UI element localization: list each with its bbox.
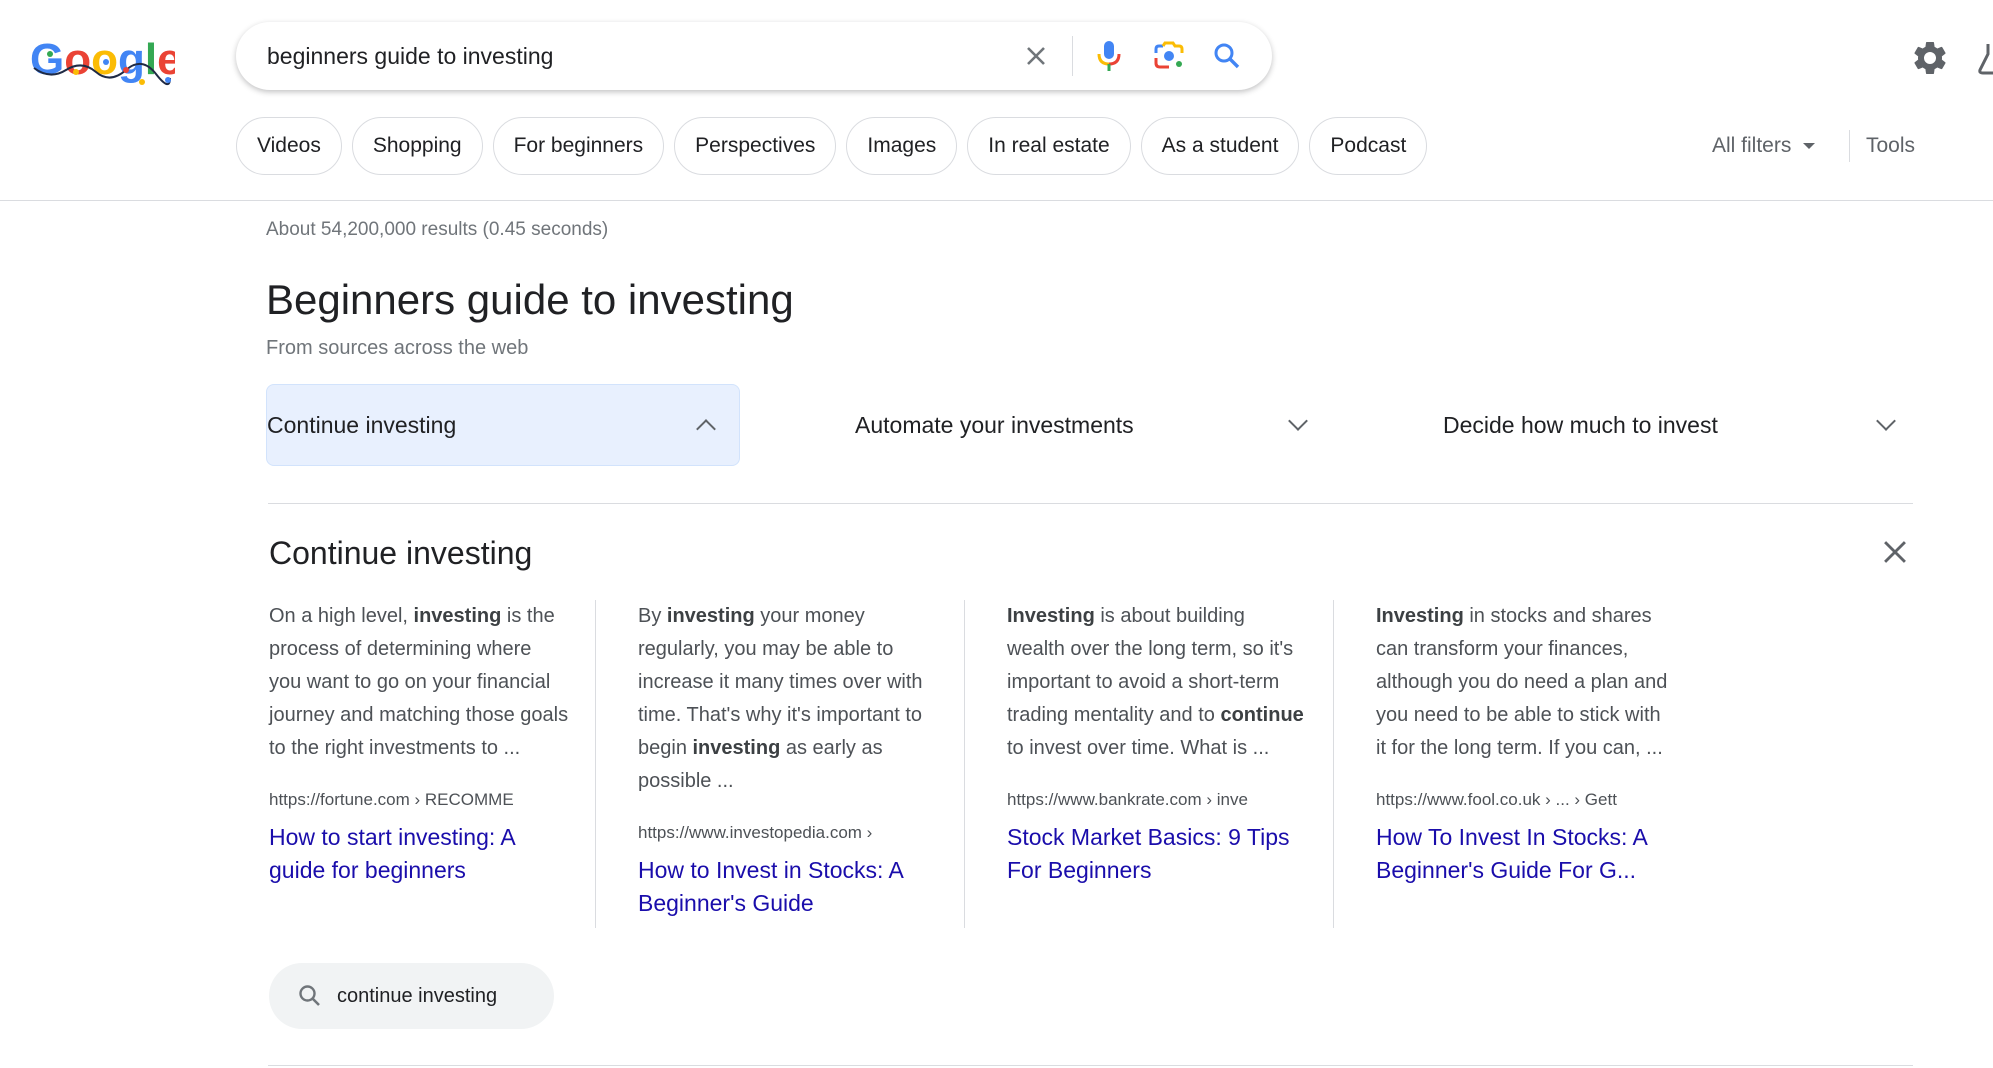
all-filters-button[interactable]: All filters: [1712, 130, 1816, 162]
source-card: On a high level, investing is the proces…: [269, 600, 569, 887]
card-url[interactable]: https://www.fool.co.uk › ... › Gett: [1376, 785, 1631, 815]
chip-perspectives[interactable]: Perspectives: [674, 117, 837, 175]
related-search-label: continue investing: [337, 984, 498, 1007]
filter-chips: Videos Shopping For beginners Perspectiv…: [236, 117, 1428, 175]
related-search-pill[interactable]: continue investing: [269, 963, 554, 1029]
card-snippet: By investing your money regularly, you m…: [638, 600, 938, 798]
chevron-down-icon: [1876, 411, 1896, 431]
snippet-highlight: continue: [1220, 704, 1304, 726]
chevron-down-icon: [1288, 411, 1308, 431]
card-separator: [595, 600, 596, 928]
chevron-up-icon: [696, 419, 716, 439]
camera-lens-icon[interactable]: [1149, 36, 1189, 76]
chip-in-real-estate[interactable]: In real estate: [967, 117, 1131, 175]
page-subtitle: From sources across the web: [266, 337, 529, 359]
snippet-text: On a high level,: [269, 605, 414, 627]
google-logo[interactable]: Google: [30, 34, 182, 90]
chip-for-beginners[interactable]: For beginners: [492, 117, 665, 175]
section-divider: [268, 503, 1913, 504]
header-divider: [0, 200, 1993, 201]
card-separator: [1333, 600, 1334, 928]
snippet-highlight: investing: [666, 605, 755, 627]
card-url[interactable]: https://www.bankrate.com › inve: [1007, 785, 1262, 815]
card-snippet: Investing is about building wealth over …: [1007, 600, 1307, 765]
source-card: Investing is about building wealth over …: [1007, 600, 1307, 887]
all-filters-label: All filters: [1712, 134, 1792, 157]
card-url[interactable]: https://www.investopedia.com ›: [638, 818, 893, 848]
close-icon[interactable]: [1878, 535, 1912, 569]
tools-separator: [1849, 130, 1850, 162]
chip-images[interactable]: Images: [846, 117, 958, 175]
accordion-tab-decide-how-much-to-invest[interactable]: Decide how much to invest: [1443, 384, 1896, 466]
card-title-link[interactable]: Stock Market Basics: 9 Tips For Beginner…: [1007, 821, 1307, 887]
chip-shopping[interactable]: Shopping: [351, 117, 483, 175]
gear-icon[interactable]: [1910, 38, 1950, 78]
page-title: Beginners guide to investing: [266, 276, 794, 323]
source-card: Investing in stocks and shares can trans…: [1376, 600, 1676, 887]
chip-videos[interactable]: Videos: [236, 117, 342, 175]
search-separator: [1072, 36, 1073, 76]
result-stats: About 54,200,000 results (0.45 seconds): [266, 219, 609, 240]
source-card: By investing your money regularly, you m…: [638, 600, 938, 920]
snippet-text: is the process of determining where you …: [269, 605, 569, 759]
search-icon: [297, 983, 323, 1009]
search-box[interactable]: beginners guide to investing: [236, 22, 1272, 90]
snippet-text: in stocks and shares can transform your …: [1376, 605, 1668, 759]
section-title: Continue investing: [269, 535, 533, 571]
card-snippet: Investing in stocks and shares can trans…: [1376, 600, 1676, 765]
card-title-link[interactable]: How to start investing: A guide for begi…: [269, 821, 569, 887]
close-icon[interactable]: [1016, 36, 1056, 76]
card-url[interactable]: https://fortune.com › RECOMME: [269, 785, 524, 815]
chip-as-a-student[interactable]: As a student: [1140, 117, 1300, 175]
accordion-tab-label: Decide how much to invest: [1443, 411, 1718, 438]
snippet-highlight: investing: [413, 605, 502, 627]
caret-down-icon: [1803, 143, 1816, 149]
flask-icon[interactable]: [1978, 38, 1993, 78]
snippet-text: to invest over time. What is ...: [1007, 737, 1270, 759]
accordion-tab-label: Automate your investments: [855, 411, 1134, 438]
bottom-divider: [268, 1065, 1913, 1066]
card-snippet: On a high level, investing is the proces…: [269, 600, 569, 765]
card-separator: [964, 600, 965, 928]
snippet-highlight: Investing: [1376, 605, 1464, 627]
search-input[interactable]: beginners guide to investing: [267, 22, 553, 90]
snippet-highlight: Investing: [1007, 605, 1095, 627]
card-title-link[interactable]: How to Invest in Stocks: A Beginner's Gu…: [638, 854, 938, 920]
tools-button[interactable]: Tools: [1866, 130, 1915, 162]
snippet-text: By: [638, 605, 667, 627]
microphone-icon[interactable]: [1089, 36, 1129, 76]
card-title-link[interactable]: How To Invest In Stocks: A Beginner's Gu…: [1376, 821, 1676, 887]
accordion-tab-continue-investing[interactable]: Continue investing: [266, 384, 740, 466]
snippet-highlight: investing: [692, 737, 781, 759]
accordion-tab-label: Continue investing: [267, 411, 457, 438]
accordion-tab-automate-your-investments[interactable]: Automate your investments: [855, 384, 1308, 466]
search-icon[interactable]: [1207, 36, 1247, 76]
chip-podcast[interactable]: Podcast: [1309, 117, 1428, 175]
snippet-text: your money regularly, you may be able to…: [638, 605, 923, 759]
